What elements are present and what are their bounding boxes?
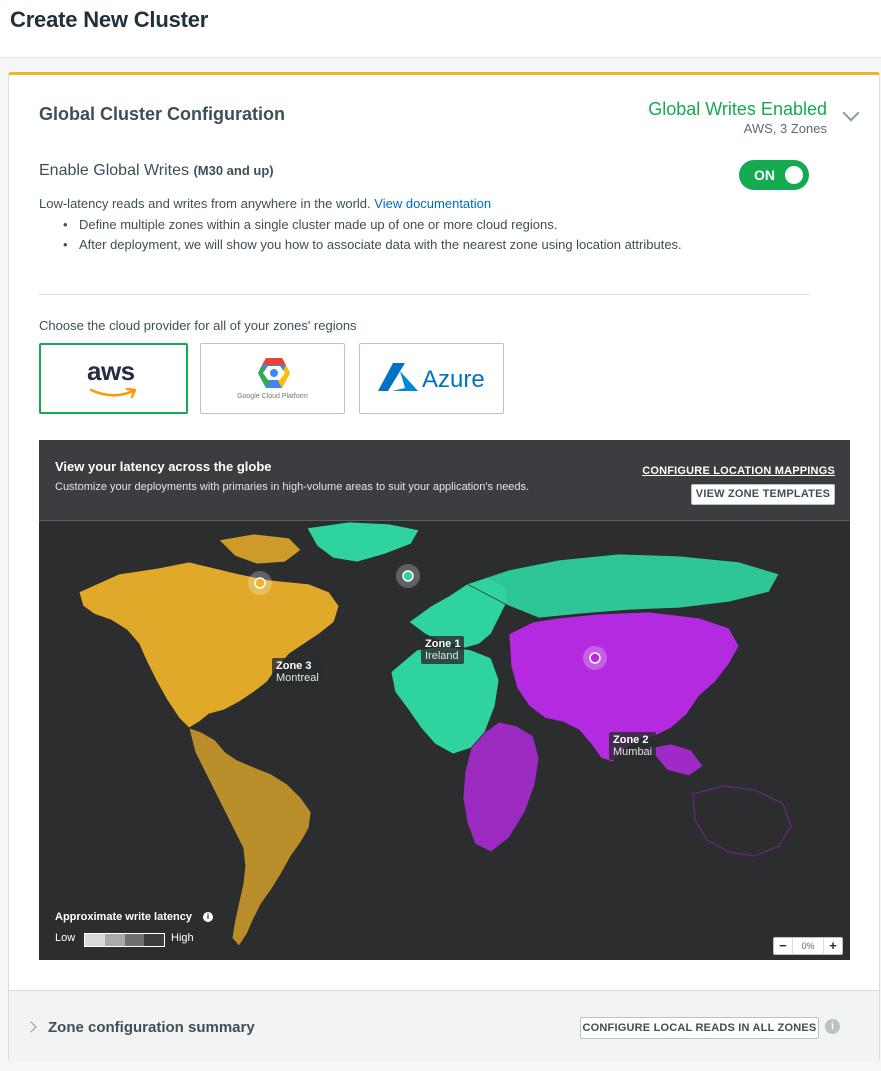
- configure-location-mappings-link[interactable]: CONFIGURE LOCATION MAPPINGS: [642, 465, 835, 477]
- description: Low-latency reads and writes from anywhe…: [39, 196, 491, 211]
- list-item: After deployment, we will show you how t…: [49, 235, 682, 255]
- view-documentation-link[interactable]: View documentation: [374, 196, 491, 211]
- map-subtitle: Customize your deployments with primarie…: [55, 481, 530, 493]
- info-icon[interactable]: i: [203, 912, 213, 922]
- provider-aws-button[interactable]: aws: [39, 343, 188, 414]
- zone-name: Zone 1: [425, 638, 461, 650]
- zoom-in-button[interactable]: +: [825, 938, 841, 954]
- azure-logo-text: Azure: [422, 366, 485, 393]
- global-writes-status: Global Writes Enabled: [648, 99, 827, 119]
- zone-3-label[interactable]: Zone 3 Montreal: [272, 658, 323, 686]
- global-cluster-card: Global Cluster Configuration Global Writ…: [8, 72, 880, 1061]
- legend-title: Approximate write latency: [55, 911, 192, 923]
- list-item: Define multiple zones within a single cl…: [49, 215, 682, 235]
- chevron-down-icon[interactable]: [842, 104, 860, 122]
- zone-1-label[interactable]: Zone 1 Ireland: [421, 636, 465, 664]
- zone-2-label[interactable]: Zone 2 Mumbai: [609, 732, 657, 760]
- provider-azure-button[interactable]: Azure: [359, 343, 504, 414]
- provider-prompt: Choose the cloud provider for all of you…: [39, 318, 357, 333]
- gcp-logo-text: Google Cloud Platform: [237, 393, 308, 400]
- page-header: Create New Cluster: [0, 0, 881, 58]
- aws-logo-text: aws: [87, 356, 135, 386]
- provider-gcp-button[interactable]: Google Cloud Platform: [200, 343, 345, 414]
- zoom-control: − 0% +: [773, 937, 843, 955]
- toggle-knob: [785, 166, 803, 184]
- zoom-out-button[interactable]: −: [775, 938, 791, 954]
- world-map[interactable]: [39, 522, 850, 960]
- legend-high-label: High: [171, 932, 194, 944]
- card-title: Global Cluster Configuration: [39, 104, 285, 124]
- zoom-level: 0%: [792, 938, 824, 954]
- global-writes-toggle[interactable]: ON: [739, 160, 809, 190]
- aws-smile-icon: [89, 387, 137, 399]
- info-icon[interactable]: i: [825, 1019, 840, 1034]
- azure-icon: [378, 363, 418, 391]
- toggle-label: ON: [754, 167, 775, 183]
- zone-name: Zone 3: [276, 660, 312, 672]
- latency-map: View your latency across the globe Custo…: [39, 440, 850, 960]
- map-title: View your latency across the globe: [55, 459, 272, 474]
- enable-global-writes-text: Enable Global Writes: [39, 162, 189, 179]
- zone-city: Mumbai: [613, 746, 653, 758]
- global-writes-summary: AWS, 3 Zones: [743, 121, 827, 136]
- feature-list: Define multiple zones within a single cl…: [49, 215, 682, 255]
- zone-name: Zone 2: [613, 734, 649, 746]
- chevron-right-icon[interactable]: [25, 1021, 37, 1033]
- google-cloud-icon: [258, 358, 290, 388]
- tier-note: (M30 and up): [193, 163, 274, 178]
- view-zone-templates-button[interactable]: VIEW ZONE TEMPLATES: [691, 484, 835, 505]
- zone-summary-title[interactable]: Zone configuration summary: [48, 1019, 255, 1036]
- enable-global-writes-label: Enable Global Writes (M30 and up): [39, 162, 274, 180]
- page-title: Create New Cluster: [10, 7, 209, 32]
- zone-summary-bar: Zone configuration summary CONFIGURE LOC…: [9, 990, 879, 1061]
- latency-legend-bar: [84, 933, 165, 947]
- divider: [39, 294, 810, 295]
- legend-low-label: Low: [55, 932, 76, 944]
- zone-city: Ireland: [425, 650, 459, 662]
- zone-city: Montreal: [276, 672, 319, 684]
- map-header: View your latency across the globe Custo…: [39, 440, 850, 521]
- zone-3-americas-region: [78, 533, 340, 947]
- configure-local-reads-button[interactable]: CONFIGURE LOCAL READS IN ALL ZONES: [580, 1017, 819, 1039]
- description-text: Low-latency reads and writes from anywhe…: [39, 196, 371, 211]
